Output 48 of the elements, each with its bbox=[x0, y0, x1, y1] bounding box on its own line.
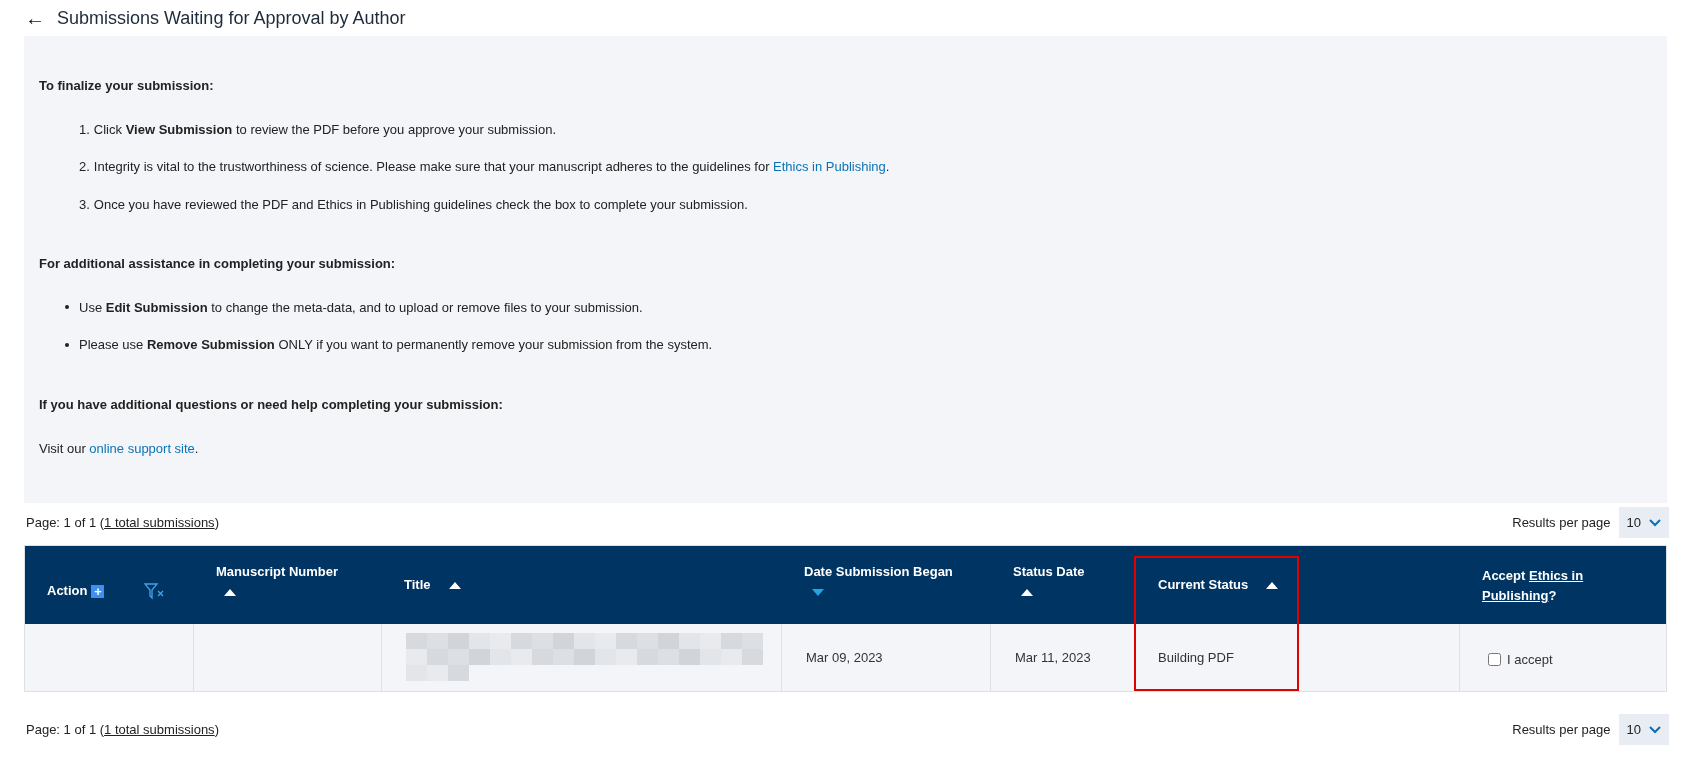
sort-down-icon[interactable] bbox=[812, 588, 824, 596]
sort-up-icon[interactable] bbox=[1021, 588, 1033, 596]
bullet-icon bbox=[65, 305, 69, 310]
chevron-down-icon bbox=[1649, 725, 1661, 734]
bullet-text: Use Edit Submission to change the meta-data, and to upload or remove files to your submission. bbox=[79, 298, 643, 317]
per-page-select[interactable]: 10 bbox=[1618, 714, 1669, 745]
section-heading: To finalize your submission: bbox=[39, 77, 215, 95]
step-text: Once you have reviewed the PDF and Ethics in Publishing guidelines check the box to complete your submission. bbox=[93, 195, 748, 214]
page-info: Page: 1 of 1 (1 total submissions) bbox=[26, 513, 219, 532]
sort-up-icon[interactable] bbox=[224, 588, 236, 596]
page-info: Page: 1 of 1 (1 total submissions) bbox=[26, 720, 219, 739]
support-link[interactable]: online support site bbox=[89, 441, 195, 456]
sort-up-icon[interactable] bbox=[1266, 581, 1279, 589]
column-header: Accept bbox=[1482, 567, 1527, 585]
bullet-text: Please use Remove Submission ONLY if you want to permanently remove your submission from the system. bbox=[79, 336, 713, 354]
ethics-link[interactable]: Ethics in Publishing bbox=[773, 159, 886, 174]
page-title: Submissions Waiting for Approval by Author bbox=[57, 6, 406, 30]
table-cell-text: Mar 09, 2023 bbox=[806, 648, 883, 667]
accept-checkbox[interactable] bbox=[1488, 653, 1501, 666]
column-header[interactable]: Title bbox=[404, 575, 431, 595]
ethics-header-link[interactable]: Ethics in bbox=[1528, 566, 1584, 586]
back-arrow[interactable]: ← bbox=[25, 3, 45, 33]
section-heading: For additional assistance in completing your submission: bbox=[39, 255, 397, 273]
column-header: Action + bbox=[47, 581, 105, 601]
table-cell-text: Mar 11, 2023 bbox=[1015, 648, 1091, 667]
results-per-page-label: Results per page bbox=[1512, 513, 1611, 532]
accept-label[interactable]: I accept bbox=[1507, 649, 1553, 670]
sort-up-icon[interactable] bbox=[448, 581, 461, 589]
results-per-page-label: Results per page bbox=[1512, 720, 1611, 739]
ethics-header-link[interactable]: Publishing bbox=[1482, 586, 1549, 606]
per-page-select[interactable]: 10 bbox=[1618, 507, 1669, 538]
column-header[interactable]: Status Date bbox=[1013, 562, 1085, 582]
column-header[interactable]: Current Status bbox=[1158, 575, 1249, 595]
total-link[interactable]: 1 total submissions bbox=[104, 721, 215, 737]
step-text: Integrity is vital to the trustworthiness of science. Please make sure that your manuscript adheres to the guidelines for Ethics in Publishing. bbox=[93, 158, 890, 176]
column-header[interactable]: Date Submission Began bbox=[804, 562, 953, 582]
question-mark: ? bbox=[1548, 587, 1557, 605]
step-number: 3. bbox=[79, 195, 90, 214]
support-text: Visit our online support site. bbox=[39, 440, 200, 458]
section-heading: If you have additional questions or need help completing your submission: bbox=[39, 395, 504, 414]
step-number: 1. bbox=[79, 120, 90, 139]
column-header[interactable]: Manuscript Number bbox=[216, 562, 339, 582]
chevron-down-icon bbox=[1649, 518, 1661, 527]
table-cell-text: Building PDF bbox=[1158, 648, 1234, 667]
step-number: 2. bbox=[79, 158, 90, 176]
total-link[interactable]: 1 total submissions bbox=[104, 514, 215, 530]
step-text: Click View Submission to review the PDF before you approve your submission. bbox=[93, 120, 557, 139]
bullet-icon bbox=[65, 342, 69, 347]
